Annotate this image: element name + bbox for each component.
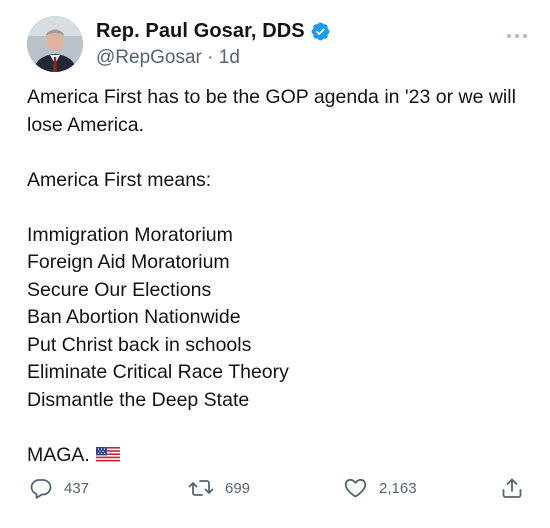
reply-icon [29, 476, 53, 500]
agenda-item: Dismantle the Deep State [27, 388, 250, 411]
verified-badge-icon [310, 21, 331, 42]
retweet-button[interactable]: 699 [188, 476, 250, 500]
agenda-item: Immigration Moratorium [27, 223, 233, 246]
share-button[interactable] [500, 476, 524, 500]
tweet-intro: America First has to be the GOP agenda i… [27, 86, 516, 136]
author-display-name[interactable]: Rep. Paul Gosar, DDS [96, 20, 305, 43]
like-button[interactable]: 2,163 [343, 476, 417, 500]
author-handle[interactable]: @RepGosar [96, 47, 202, 69]
tweet-timestamp[interactable]: 1d [219, 47, 240, 69]
share-icon [500, 476, 524, 500]
more-horizontal-icon[interactable] [506, 28, 528, 39]
agenda-item: Secure Our Elections [27, 278, 212, 301]
author-handle-row: @RepGosar · 1d [96, 47, 240, 69]
tweet-means-heading: America First means: [27, 168, 212, 191]
agenda-item: Foreign Aid Moratorium [27, 251, 230, 273]
like-count: 2,163 [379, 479, 417, 497]
agenda-item: Ban Abortion Nationwide [27, 306, 241, 328]
reply-button[interactable]: 437 [29, 476, 89, 500]
tweet-actions: 437 699 2,163 [0, 476, 550, 508]
tweet-text: America First has to be the GOP agenda i… [27, 84, 537, 471]
heart-icon [343, 476, 368, 500]
reply-count: 437 [64, 479, 90, 497]
us-flag-emoji-icon [95, 444, 120, 472]
tweet-closing: MAGA. [27, 443, 90, 466]
author-name-row: Rep. Paul Gosar, DDS [96, 18, 331, 44]
retweet-count: 699 [225, 479, 251, 497]
author-avatar[interactable] [27, 16, 83, 72]
agenda-item: Eliminate Critical Race Theory [27, 361, 289, 383]
agenda-item: Put Christ back in schools [27, 333, 252, 356]
separator-dot: · [201, 47, 219, 68]
tweet-closing-line: MAGA. [27, 442, 537, 472]
retweet-icon [188, 476, 214, 500]
